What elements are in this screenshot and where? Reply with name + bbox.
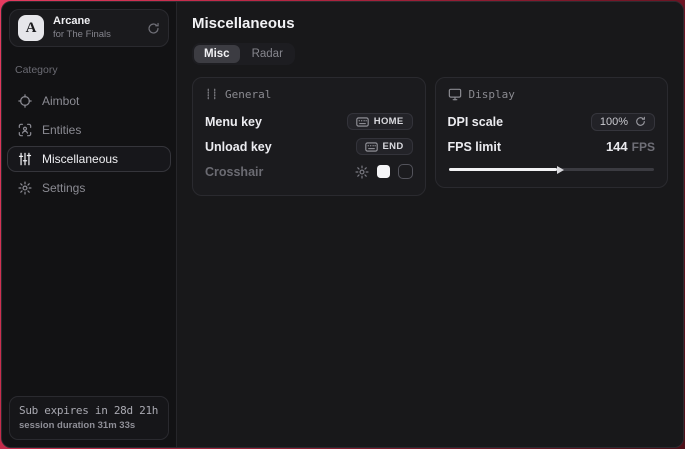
sidebar-item-label: Aimbot — [42, 94, 79, 108]
sidebar-item-label: Settings — [42, 181, 85, 195]
dpi-scale-select[interactable]: 100% — [591, 113, 655, 131]
dpi-scale-value: 100% — [600, 116, 628, 128]
sidebar: A Arcane for The Finals Category — [2, 2, 177, 447]
brand-header: A Arcane for The Finals — [9, 9, 169, 47]
display-card-title: Display — [469, 88, 515, 101]
crosshair-checkbox[interactable] — [398, 164, 413, 179]
fps-limit-value: 144 FPS — [606, 138, 655, 156]
unload-key-label: Unload key — [205, 140, 272, 154]
general-card-header: General — [205, 88, 413, 101]
brand-name: Arcane — [53, 15, 138, 29]
brand-text: Arcane for The Finals — [53, 15, 138, 41]
sidebar-item-entities[interactable]: Entities — [7, 117, 171, 143]
sliders-small-icon — [205, 88, 218, 101]
refresh-icon[interactable] — [147, 22, 160, 35]
display-card: Display DPI scale 100% — [435, 77, 669, 188]
fps-value: 144 — [606, 139, 628, 154]
fps-limit-row: FPS limit 144 FPS — [448, 135, 656, 158]
fps-slider-fill — [449, 168, 558, 171]
crosshair-row: Crosshair — [205, 160, 413, 183]
crosshair-label: Crosshair — [205, 165, 263, 179]
display-card-header: Display — [448, 88, 656, 101]
fps-limit-slider[interactable] — [449, 168, 655, 171]
page-title: Miscellaneous — [192, 15, 668, 32]
sidebar-item-label: Miscellaneous — [42, 152, 118, 166]
unload-key-bind-button[interactable]: END — [356, 138, 413, 155]
fps-slider-thumb[interactable] — [557, 166, 564, 174]
sidebar-item-settings[interactable]: Settings — [7, 175, 171, 201]
monitor-icon — [448, 88, 462, 101]
category-label: Category — [15, 64, 163, 76]
menu-key-label: Menu key — [205, 115, 262, 129]
menu-key-bind-button[interactable]: HOME — [347, 113, 413, 130]
menu-key-value: HOME — [374, 116, 404, 127]
refresh-icon — [635, 116, 646, 127]
brand-subtitle: for The Finals — [53, 29, 138, 41]
crosshair-settings-gear-icon[interactable] — [355, 165, 369, 179]
unload-key-row: Unload key END — [205, 135, 413, 158]
fps-unit: FPS — [632, 140, 655, 154]
dpi-scale-label: DPI scale — [448, 115, 504, 129]
sidebar-item-miscellaneous[interactable]: Miscellaneous — [7, 146, 171, 172]
main-content: Miscellaneous Misc Radar General — [177, 2, 683, 447]
tab-bar: Misc Radar — [192, 43, 295, 65]
keyboard-icon — [356, 117, 369, 127]
sidebar-nav: Aimbot Entities — [7, 88, 171, 204]
dpi-scale-row: DPI scale 100% — [448, 110, 656, 133]
general-card-title: General — [225, 88, 271, 101]
gear-icon — [17, 181, 32, 195]
sliders-icon — [17, 152, 32, 166]
sidebar-item-label: Entities — [42, 123, 81, 137]
sidebar-item-aimbot[interactable]: Aimbot — [7, 88, 171, 114]
brand-avatar: A — [18, 15, 44, 41]
crosshair-color-swatch[interactable] — [377, 165, 390, 178]
menu-key-row: Menu key HOME — [205, 110, 413, 133]
sub-expiry-text: Sub expires in 28d 21h — [19, 404, 159, 417]
app-window: A Arcane for The Finals Category — [1, 1, 684, 448]
crosshair-controls — [355, 164, 413, 179]
general-card: General Menu key HOME — [192, 77, 426, 196]
fps-limit-label: FPS limit — [448, 140, 501, 154]
crosshair-icon — [17, 94, 32, 108]
keyboard-icon — [365, 142, 378, 152]
subscription-status: Sub expires in 28d 21h session duration … — [9, 396, 169, 440]
unload-key-value: END — [383, 141, 404, 152]
tab-radar[interactable]: Radar — [242, 45, 293, 63]
entities-scan-icon — [17, 123, 32, 137]
cards-row: General Menu key HOME — [192, 77, 668, 196]
tab-misc[interactable]: Misc — [194, 45, 240, 63]
session-duration-text: session duration 31m 33s — [19, 420, 159, 431]
